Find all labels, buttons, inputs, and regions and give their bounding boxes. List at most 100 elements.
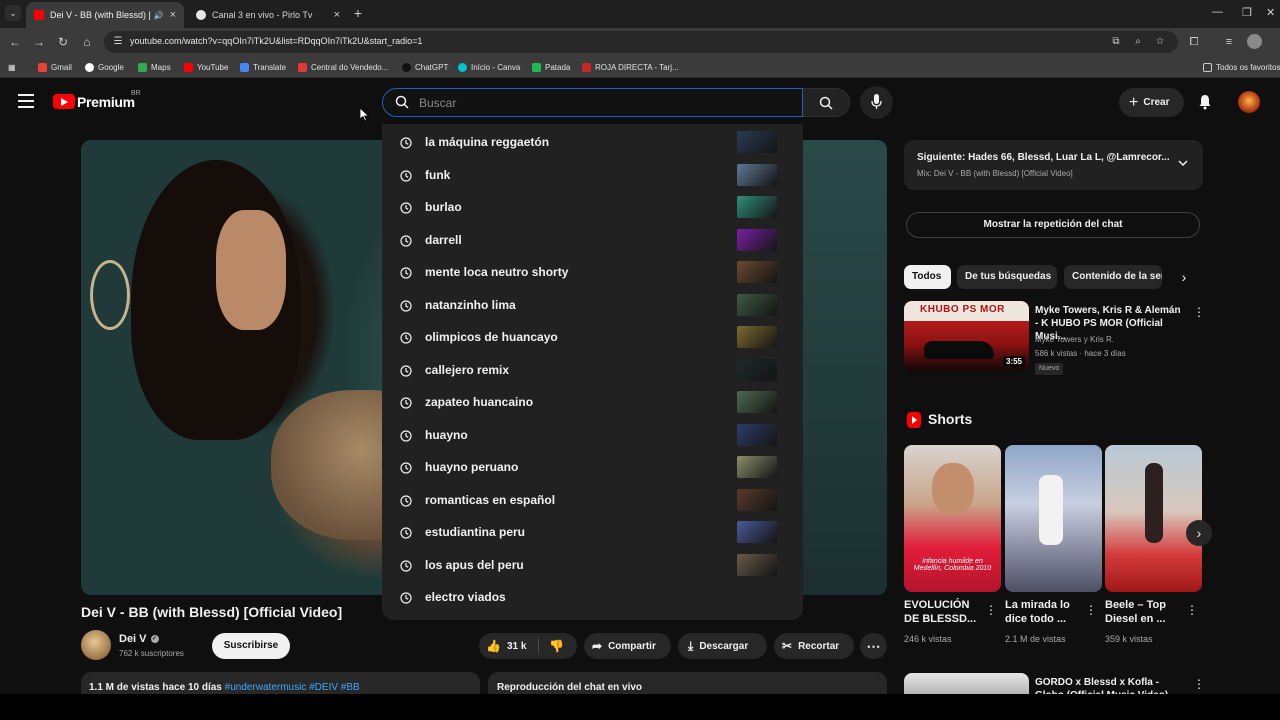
bookmark-youtube[interactable]: YouTube <box>184 61 228 73</box>
browser-tab[interactable]: Canal 3 en vivo - Pirlo Tv × <box>188 2 348 28</box>
short-title[interactable]: EVOLUCIÓN DE BLESSD... <box>904 598 984 626</box>
reload-icon[interactable]: ↻ <box>56 35 70 49</box>
show-chat-replay-button[interactable]: Mostrar la repetición del chat <box>906 212 1200 238</box>
browser-tab-active[interactable]: Dei V - BB (with Blessd) [Of 🔊 × <box>26 2 184 28</box>
thumbs-down-icon[interactable]: 👎 <box>549 639 564 653</box>
short-card[interactable]: Infancia humilde en Medellín, Colombia 2… <box>904 445 1001 592</box>
hamburger-menu-icon[interactable] <box>18 94 34 108</box>
bookmark-patada[interactable]: Patada <box>532 61 570 73</box>
suggestion-item[interactable]: funk <box>382 159 803 192</box>
chip-all[interactable]: Todos <box>904 265 951 289</box>
restore-icon[interactable]: ❐ <box>1242 6 1252 19</box>
history-clock-icon <box>400 201 412 214</box>
back-icon[interactable]: ← <box>8 35 22 49</box>
bookmark-roja[interactable]: ROJA DIRECTA - Tarj... <box>582 61 679 73</box>
install-app-icon[interactable]: ⧉ <box>1110 36 1122 48</box>
chip-from-searches[interactable]: De tus búsquedas <box>957 265 1057 289</box>
suggestion-item[interactable]: huayno peruano <box>382 451 803 484</box>
bookmark-gmail[interactable]: Gmail <box>38 61 72 73</box>
bookmarks-folder[interactable]: Todos os favoritos <box>1203 61 1280 73</box>
site-info-icon[interactable]: ☰ <box>112 36 124 48</box>
bookmark-star-icon[interactable]: ☆ <box>1154 36 1166 48</box>
recommended-channel[interactable]: Myke Towers y Kris R. <box>1035 335 1114 344</box>
address-bar[interactable]: ☰ youtube.com/watch?v=qqOIn7iTk2U&list=R… <box>104 31 1178 53</box>
search-input[interactable] <box>419 94 789 112</box>
search-box <box>382 88 803 117</box>
zoom-icon[interactable]: ⌕ <box>1132 36 1144 48</box>
close-window-icon[interactable]: ✕ <box>1266 6 1275 19</box>
thumbnail-car <box>924 341 994 359</box>
home-icon[interactable]: ⌂ <box>80 35 94 49</box>
suggestion-item[interactable]: huayno <box>382 419 803 452</box>
suggestion-item[interactable]: burlao <box>382 191 803 224</box>
suggestion-item[interactable]: romanticas en español <box>382 484 803 517</box>
channel-name[interactable]: Dei V ✓ <box>119 633 159 645</box>
bookmark-canva[interactable]: Início - Canva <box>458 61 520 73</box>
playlist-next-panel[interactable]: Siguiente: Hades 66, Blessd, Luar La L, … <box>904 140 1203 190</box>
url-text[interactable]: youtube.com/watch?v=qqOIn7iTk2U&list=RDq… <box>130 36 422 46</box>
suggestion-item[interactable]: darrell <box>382 224 803 257</box>
thumbs-up-icon[interactable]: 👍 <box>486 639 501 653</box>
youtube-logo-icon[interactable] <box>53 94 75 109</box>
suggestion-item[interactable]: estudiantina peru <box>382 516 803 549</box>
profile-avatar[interactable] <box>1247 34 1262 49</box>
suggestion-item[interactable]: natanzinho lima <box>382 289 803 322</box>
history-clock-icon <box>400 591 412 604</box>
suggestion-item[interactable]: olimpicos de huancayo <box>382 321 803 354</box>
forward-icon[interactable]: → <box>32 35 46 49</box>
shorts-next-button[interactable]: › <box>1186 520 1212 546</box>
channel-name-text[interactable]: Dei V <box>119 633 147 645</box>
bookmark-translate[interactable]: Translate <box>240 61 286 73</box>
media-control-icon[interactable]: ≡ <box>1222 35 1236 49</box>
new-badge: Nuevo <box>1035 363 1064 375</box>
chip-series-content[interactable]: Contenido de la ser <box>1064 265 1162 289</box>
more-vertical-icon[interactable]: ⋮ <box>1193 305 1205 319</box>
short-title[interactable]: Beele – Top Diesel en ... <box>1105 598 1185 626</box>
hashtags[interactable]: #underwatermusic #DEIV #BB <box>225 682 360 693</box>
bookmark-chatgpt[interactable]: ChatGPT <box>402 61 448 73</box>
more-vertical-icon[interactable]: ⋮ <box>1186 603 1198 617</box>
apps-grid-icon[interactable]: ▦ <box>8 61 16 73</box>
chevron-right-icon[interactable]: › <box>1176 269 1192 285</box>
account-avatar[interactable] <box>1238 91 1260 113</box>
new-tab-button[interactable]: + <box>350 4 366 22</box>
create-button[interactable]: + Crear <box>1119 88 1184 117</box>
short-card[interactable] <box>1105 445 1202 592</box>
notifications-bell-icon[interactable] <box>1197 94 1213 110</box>
youtube-premium-wordmark[interactable]: Premium <box>77 94 135 110</box>
suggestion-item[interactable]: electro viados <box>382 581 803 614</box>
suggestion-item[interactable]: zapateo huancaino <box>382 386 803 419</box>
more-vertical-icon[interactable]: ⋮ <box>985 603 997 617</box>
suggestion-thumbnail <box>737 553 777 576</box>
audio-playing-icon[interactable]: 🔊 <box>154 11 164 20</box>
short-card[interactable] <box>1005 445 1102 592</box>
bookmark-google[interactable]: Google <box>85 61 124 73</box>
more-actions-button[interactable]: ⋯ <box>860 633 887 659</box>
suggestion-item[interactable]: callejero remix <box>382 354 803 387</box>
voice-search-button[interactable] <box>860 86 893 119</box>
share-button[interactable]: ➦ Compartir <box>584 633 671 659</box>
minimize-icon[interactable]: — <box>1212 6 1223 18</box>
tab-search-button[interactable]: ⌄ <box>5 5 21 21</box>
bookmark-label: Central do Vendedo... <box>311 62 389 72</box>
close-tab-icon[interactable]: × <box>334 9 340 21</box>
subscribe-button[interactable]: Suscribirse <box>212 633 290 659</box>
bookmark-central[interactable]: Central do Vendedo... <box>298 61 388 73</box>
clip-button[interactable]: ✂ Recortar <box>774 633 854 659</box>
recommended-video-thumbnail[interactable]: KHUBO PS MOR 3:55 <box>904 301 1029 371</box>
suggestion-item[interactable]: mente loca neutro shorty <box>382 256 803 289</box>
extensions-icon[interactable]: ⧠ <box>1187 35 1201 49</box>
suggestion-item[interactable]: la máquina reggaetón <box>382 126 803 159</box>
bookmark-label: YouTube <box>197 62 229 72</box>
more-vertical-icon[interactable]: ⋮ <box>1085 603 1097 617</box>
channel-avatar[interactable] <box>81 630 111 660</box>
suggestion-item[interactable]: los apus del peru <box>382 549 803 582</box>
chevron-down-icon[interactable] <box>1177 156 1189 168</box>
like-count[interactable]: 31 k <box>507 641 526 652</box>
close-tab-icon[interactable]: × <box>170 9 176 21</box>
more-vertical-icon[interactable]: ⋮ <box>1193 677 1205 691</box>
download-button[interactable]: ⤓ Descargar <box>678 633 767 659</box>
short-title[interactable]: La mirada lo dice todo ... <box>1005 598 1085 626</box>
bookmark-maps[interactable]: Maps <box>138 61 171 73</box>
search-button[interactable] <box>803 88 850 117</box>
